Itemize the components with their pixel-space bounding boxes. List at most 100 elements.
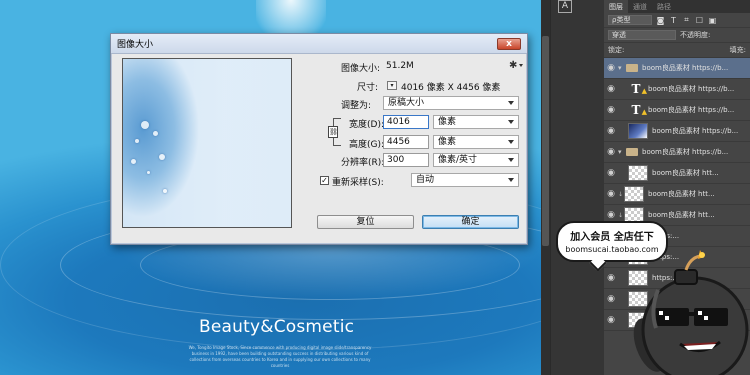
layer-thumbnail (628, 165, 648, 181)
height-input[interactable]: 4456 (383, 135, 429, 149)
chevron-down-icon (508, 120, 514, 124)
dimensions-value: 4016 像素 X 4456 像素 (401, 83, 501, 93)
bubble-graphic (131, 159, 136, 164)
expand-arrow-icon[interactable]: ▾ (618, 64, 626, 72)
folder-icon (626, 64, 638, 72)
canvas-body-text: We, Tongito Image Stock, Since commence … (188, 345, 372, 368)
chevron-down-icon (508, 140, 514, 144)
canvas-scrollbar[interactable] (541, 0, 550, 375)
text-layer-icon: T ▲ (628, 81, 647, 97)
visibility-eye-icon[interactable]: ◉ (604, 294, 618, 304)
fit-to-value: 原稿大小 (388, 98, 425, 108)
layer-row[interactable]: ◉ ↓ boom良品素材 htt... (604, 184, 750, 205)
gear-icon[interactable]: ✱ (509, 60, 517, 71)
lock-label: 锁定: (608, 46, 625, 54)
filter-shape-icon[interactable]: ☐ (695, 16, 704, 25)
bubble-graphic (147, 171, 150, 174)
warning-icon: ▲ (641, 86, 647, 95)
visibility-eye-icon[interactable]: ◉ (604, 315, 618, 325)
blend-row: 穿透 不透明度: (604, 28, 750, 43)
filter-pixel-icon[interactable]: ◙ (656, 16, 665, 25)
tab-paths[interactable]: 路径 (652, 0, 676, 13)
reset-button[interactable]: 复位 (317, 215, 414, 229)
visibility-eye-icon[interactable]: ◉ (604, 105, 618, 115)
layer-name: boom良品素材 https://b... (648, 106, 735, 114)
bubble-graphic (135, 139, 139, 143)
ok-button[interactable]: 确定 (422, 215, 519, 229)
chevron-down-icon (519, 64, 523, 67)
tab-channels[interactable]: 通道 (628, 0, 652, 13)
height-label: 高度(G): (349, 140, 385, 150)
visibility-eye-icon[interactable]: ◉ (604, 189, 618, 199)
folder-icon (626, 148, 638, 156)
layer-row[interactable]: ◉ ▾ boom良品素材 https://b... (604, 142, 750, 163)
layer-thumbnail (624, 186, 644, 202)
layer-row[interactable]: ◉ boom良品素材 htt... (604, 163, 750, 184)
layer-row[interactable]: ◉ T ▲ boom良品素材 https://b... (604, 79, 750, 100)
filter-type-icon[interactable]: T (669, 16, 678, 25)
height-unit-select[interactable]: 像素 (433, 135, 519, 149)
layer-name: boom良品素材 https://b... (642, 148, 729, 156)
close-button[interactable]: x (497, 38, 521, 50)
resolution-input[interactable]: 300 (383, 153, 429, 167)
promo-headline: 加入会员 全店任下 (570, 232, 654, 243)
filter-smart-icon[interactable]: ▣ (708, 16, 717, 25)
layer-name: boom良品素材 https://b... (652, 127, 739, 135)
width-unit-select[interactable]: 像素 (433, 115, 519, 129)
resolution-label: 分辨率(R): (341, 158, 385, 168)
resample-method-select[interactable]: 自动 (411, 173, 519, 187)
chevron-down-icon (508, 158, 514, 162)
filter-adjust-icon[interactable]: ⌗ (682, 15, 691, 25)
resample-label[interactable]: 重新采样(S): (332, 175, 384, 188)
opacity-label: 不透明度: (680, 31, 711, 39)
bomb-mascot-image (633, 250, 749, 375)
image-preview[interactable] (122, 58, 292, 228)
visibility-eye-icon[interactable]: ◉ (604, 126, 618, 136)
image-size-dialog: 图像大小 x 图像大小: 51.2M ✱ 尺寸: ▾ 4016 像素 X 445… (110, 33, 528, 245)
layer-name: boom良品素材 htt... (648, 190, 715, 198)
kind-filter-select[interactable]: ρ类型 (608, 15, 652, 25)
blend-mode-select[interactable]: 穿透 (608, 30, 676, 40)
visibility-eye-icon[interactable]: ◉ (604, 168, 618, 178)
bubble-graphic (153, 131, 158, 136)
visibility-eye-icon[interactable]: ◉ (604, 273, 618, 283)
bubble-graphic (163, 189, 167, 193)
layer-name: boom良品素材 https://b... (642, 64, 729, 72)
layer-name: boom良品素材 htt... (652, 169, 719, 177)
dimensions-unit-toggle[interactable]: ▾ (387, 81, 397, 90)
layer-row[interactable]: ◉ ▾ boom良品素材 https://b... (604, 58, 750, 79)
expand-arrow-icon[interactable]: ▾ (618, 148, 626, 156)
layer-row[interactable]: ◉ T ▲ boom良品素材 https://b... (604, 100, 750, 121)
layer-filter-row: ρ类型 ◙ T ⌗ ☐ ▣ (604, 13, 750, 28)
width-unit-value: 像素 (438, 117, 457, 127)
visibility-eye-icon[interactable]: ◉ (604, 147, 618, 157)
resolution-unit-select[interactable]: 像素/英寸 (433, 153, 519, 167)
canvas-headline: Beauty&Cosmetic (199, 317, 355, 337)
fit-to-select[interactable]: 原稿大小 (383, 96, 519, 110)
panel-dock-strip (550, 0, 604, 375)
warning-icon: ▲ (641, 107, 647, 116)
visibility-eye-icon[interactable]: ◉ (604, 63, 618, 73)
bubble-graphic (141, 121, 149, 129)
character-panel-icon[interactable]: A (558, 0, 572, 13)
width-label: 宽度(D): (349, 120, 384, 130)
tab-layers[interactable]: 图层 (604, 0, 628, 13)
dialog-title: 图像大小 (117, 40, 154, 50)
link-icon[interactable]: ⛓ (328, 126, 338, 138)
layer-name: boom良品素材 https://b... (648, 85, 735, 93)
layer-name: boom良品素材 htt... (648, 211, 715, 219)
resample-checkbox[interactable]: ✓ (320, 176, 329, 185)
width-input[interactable]: 4016 (383, 115, 429, 129)
layer-row[interactable]: ◉ boom良品素材 https://b... (604, 121, 750, 142)
visibility-eye-icon[interactable]: ◉ (604, 210, 618, 220)
bubble-graphic (159, 154, 165, 160)
chevron-down-icon (508, 178, 514, 182)
scrollbar-thumb[interactable] (542, 36, 549, 246)
lock-row: 锁定: 填充: (604, 43, 750, 58)
fit-to-label: 调整为: (341, 101, 372, 111)
layer-thumbnail (628, 123, 648, 139)
dialog-titlebar[interactable]: 图像大小 (111, 34, 527, 54)
visibility-eye-icon[interactable]: ◉ (604, 84, 618, 94)
fill-label: 填充: (729, 46, 746, 54)
panel-tabs: 图层 通道 路径 (604, 0, 750, 13)
